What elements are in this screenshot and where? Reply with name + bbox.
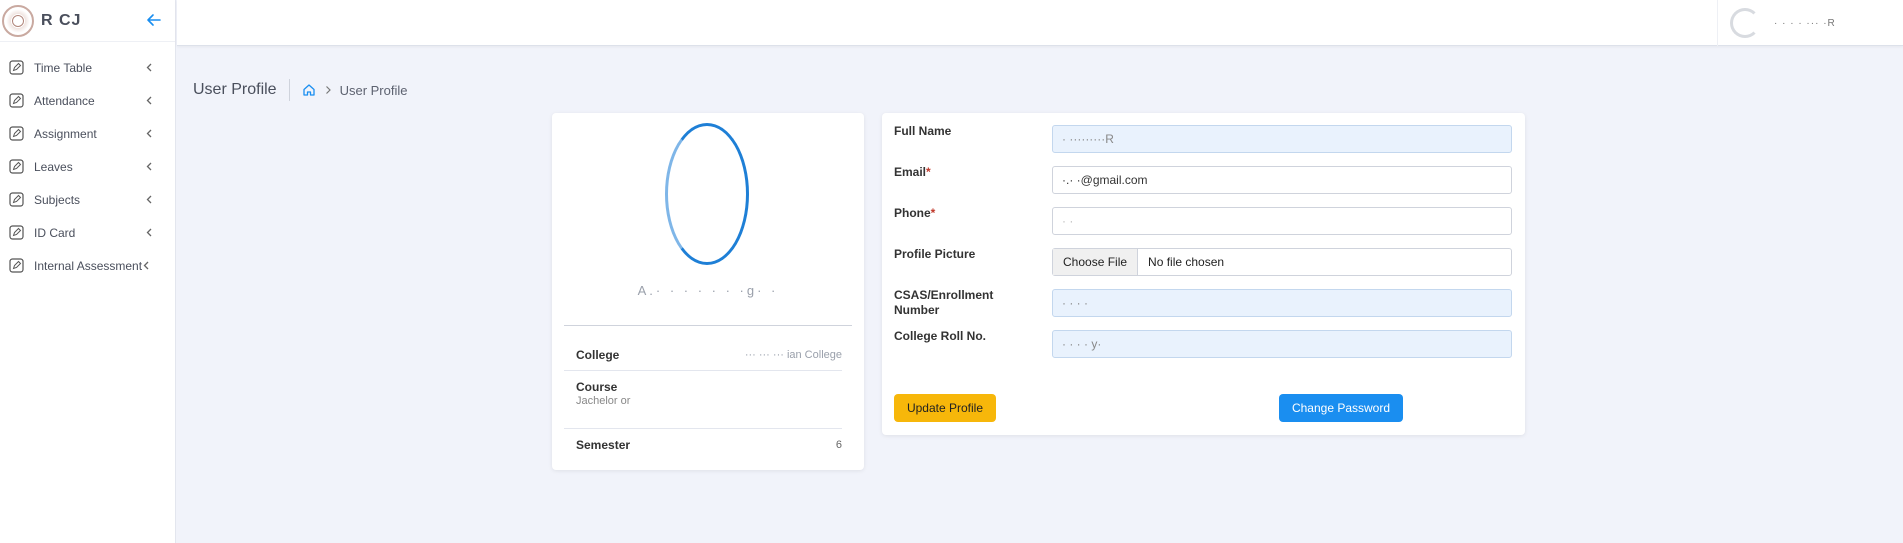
sidebar-item-label: ID Card: [34, 225, 76, 240]
sidebar-item-subjects[interactable]: Subjects: [0, 183, 175, 216]
csas-field[interactable]: · · · ·: [1052, 289, 1512, 317]
edit-icon: [9, 192, 24, 207]
phone-label: Phone*: [894, 206, 935, 221]
csas-label: CSAS/Enrollment Number: [894, 288, 993, 318]
brand: R CJ: [0, 0, 175, 42]
chevron-left-icon: [146, 195, 152, 204]
college-label: College: [576, 348, 620, 362]
sidebar-item-label: Subjects: [34, 192, 81, 207]
update-profile-button[interactable]: Update Profile: [894, 394, 996, 422]
edit-icon: [9, 159, 24, 174]
semester-row: Semester 6: [564, 429, 842, 461]
home-icon[interactable]: [302, 83, 316, 97]
sidebar-item-time-table[interactable]: Time Table: [0, 51, 175, 84]
course-label: Course: [576, 380, 618, 394]
choose-file-button[interactable]: Choose File: [1053, 249, 1139, 275]
top-bar: · · · · ··· ·R: [177, 0, 1903, 46]
college-value: ··· ··· ··· ian College: [744, 349, 842, 361]
phone-field[interactable]: · ·: [1052, 207, 1512, 235]
chevron-left-icon: [146, 228, 152, 237]
avatar: [665, 123, 749, 265]
edit-icon: [9, 258, 24, 273]
college-roll-field[interactable]: · · · · y·: [1052, 330, 1512, 358]
profile-photo: [665, 123, 749, 265]
sidebar-item-label: Internal Assessment: [34, 258, 143, 273]
sidebar-item-label: Time Table: [34, 60, 93, 75]
chevron-left-icon: [146, 96, 152, 105]
college-roll-label: College Roll No.: [894, 329, 986, 344]
course-row: Course Jachelor or: [564, 371, 842, 429]
user-menu[interactable]: · · · · ··· ·R: [1717, 0, 1903, 46]
header-divider: [288, 79, 290, 101]
sidebar-item-assignment[interactable]: Assignment: [0, 117, 175, 150]
csas-label-line2: Number: [894, 303, 940, 317]
brand-name: R CJ: [41, 11, 82, 29]
college-roll-label-text: College Roll No.: [894, 329, 987, 343]
divider: [564, 325, 852, 326]
csas-value: · · · ·: [1062, 296, 1088, 310]
avatar: [1730, 8, 1760, 38]
required-mark: *: [926, 165, 931, 179]
edit-icon: [9, 93, 24, 108]
college-row: College ··· ··· ··· ian College: [564, 339, 842, 371]
profile-form: Full Name · ·········R Email* ·.· ·@gmai…: [882, 113, 1525, 435]
sidebar-nav: Time Table Attendance Assignment Leaves …: [0, 42, 175, 282]
collapse-sidebar-icon[interactable]: [145, 11, 163, 29]
chevron-left-icon: [146, 63, 152, 72]
csas-label-line1: CSAS/Enrollment: [894, 288, 994, 302]
email-field[interactable]: ·.· ·@gmail.com: [1052, 166, 1512, 194]
college-roll-value: · · · · y·: [1062, 337, 1102, 351]
full-name-field[interactable]: · ·········R: [1052, 125, 1512, 153]
change-password-button[interactable]: Change Password: [1279, 394, 1403, 422]
page-title: User Profile: [193, 81, 277, 98]
semester-value: 6: [835, 439, 842, 451]
chevron-left-icon: [146, 129, 152, 138]
email-label: Email*: [894, 165, 931, 180]
profile-picture-label-text: Profile Picture: [894, 247, 976, 261]
sidebar-item-internal-assessment[interactable]: Internal Assessment: [0, 249, 175, 282]
course-value: Jachelor or: [576, 395, 631, 407]
profile-name: A.· · · · · · ·g· ·: [637, 283, 779, 298]
sidebar-item-attendance[interactable]: Attendance: [0, 84, 175, 117]
email-label-text: Email: [894, 165, 927, 179]
required-mark: *: [930, 206, 936, 220]
sidebar-item-label: Attendance: [34, 93, 95, 108]
profile-picture-input[interactable]: Choose File No file chosen: [1052, 248, 1512, 276]
sidebar-item-id-card[interactable]: ID Card: [0, 216, 175, 249]
sidebar-item-label: Leaves: [34, 159, 73, 174]
profile-card: A.· · · · · · ·g· · College ··· ··· ··· …: [552, 113, 864, 470]
edit-icon: [9, 60, 24, 75]
full-name-label: Full Name: [894, 124, 951, 139]
chevron-left-icon: [143, 261, 149, 270]
no-file-text: No file chosen: [1148, 255, 1225, 269]
full-name-label-text: Full Name: [894, 124, 952, 138]
sidebar: R CJ Time Table Attendance Assignment Le…: [0, 0, 176, 543]
sidebar-item-label: Assignment: [34, 126, 97, 141]
edit-icon: [9, 126, 24, 141]
university-logo: [2, 4, 34, 37]
page-header: User Profile User Profile: [193, 78, 408, 102]
profile-picture-label: Profile Picture: [894, 247, 975, 262]
phone-value: · ·: [1062, 214, 1074, 228]
email-value: ·.· ·@gmail.com: [1062, 173, 1148, 187]
chevron-right-icon: [325, 86, 331, 94]
phone-label-text: Phone: [894, 206, 931, 220]
breadcrumb-current: User Profile: [339, 82, 408, 98]
chevron-left-icon: [146, 162, 152, 171]
full-name-value: · ·········R: [1062, 132, 1114, 146]
sidebar-item-leaves[interactable]: Leaves: [0, 150, 175, 183]
edit-icon: [9, 225, 24, 240]
semester-label: Semester: [576, 438, 631, 452]
user-name: · · · · ··· ·R: [1774, 17, 1836, 29]
